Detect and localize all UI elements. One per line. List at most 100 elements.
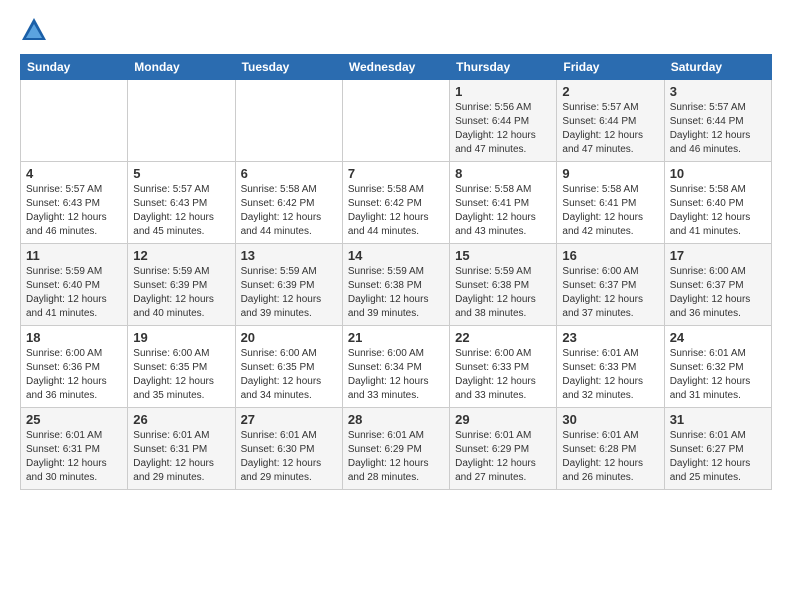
- day-info: Sunrise: 6:01 AMSunset: 6:30 PMDaylight:…: [241, 429, 337, 485]
- day-info: Sunrise: 5:58 AMSunset: 6:42 PMDaylight:…: [348, 183, 444, 239]
- day-info: Sunrise: 5:56 AMSunset: 6:44 PMDaylight:…: [455, 101, 551, 157]
- calendar-cell: 13 Sunrise: 5:59 AMSunset: 6:39 PMDayligh…: [235, 244, 342, 326]
- calendar-cell: 21 Sunrise: 6:00 AMSunset: 6:34 PMDayligh…: [342, 326, 449, 408]
- calendar-cell: 1 Sunrise: 5:56 AMSunset: 6:44 PMDaylight…: [450, 80, 557, 162]
- day-info: Sunrise: 6:00 AMSunset: 6:35 PMDaylight:…: [133, 347, 229, 403]
- day-info: Sunrise: 6:01 AMSunset: 6:28 PMDaylight:…: [562, 429, 658, 485]
- day-info: Sunrise: 5:57 AMSunset: 6:44 PMDaylight:…: [670, 101, 766, 157]
- week-row-1: 1 Sunrise: 5:56 AMSunset: 6:44 PMDaylight…: [21, 80, 772, 162]
- day-number: 7: [348, 166, 444, 181]
- calendar-cell: 5 Sunrise: 5:57 AMSunset: 6:43 PMDaylight…: [128, 162, 235, 244]
- day-number: 3: [670, 84, 766, 99]
- calendar-cell: 28 Sunrise: 6:01 AMSunset: 6:29 PMDayligh…: [342, 408, 449, 490]
- day-number: 1: [455, 84, 551, 99]
- calendar-cell: 17 Sunrise: 6:00 AMSunset: 6:37 PMDayligh…: [664, 244, 771, 326]
- calendar-cell: 6 Sunrise: 5:58 AMSunset: 6:42 PMDaylight…: [235, 162, 342, 244]
- day-info: Sunrise: 5:57 AMSunset: 6:43 PMDaylight:…: [133, 183, 229, 239]
- day-info: Sunrise: 5:58 AMSunset: 6:41 PMDaylight:…: [562, 183, 658, 239]
- day-number: 28: [348, 412, 444, 427]
- day-number: 4: [26, 166, 122, 181]
- day-info: Sunrise: 5:59 AMSunset: 6:38 PMDaylight:…: [455, 265, 551, 321]
- weekday-header-friday: Friday: [557, 55, 664, 80]
- calendar-cell: 15 Sunrise: 5:59 AMSunset: 6:38 PMDayligh…: [450, 244, 557, 326]
- day-info: Sunrise: 6:00 AMSunset: 6:37 PMDaylight:…: [670, 265, 766, 321]
- day-number: 18: [26, 330, 122, 345]
- calendar-cell: 10Sunrise: 5:58 AMSunset: 6:40 PMDayligh…: [664, 162, 771, 244]
- day-number: 20: [241, 330, 337, 345]
- day-number: 29: [455, 412, 551, 427]
- day-info: Sunrise: 5:57 AMSunset: 6:43 PMDaylight:…: [26, 183, 122, 239]
- day-number: 5: [133, 166, 229, 181]
- day-number: 13: [241, 248, 337, 263]
- calendar-cell: 9 Sunrise: 5:58 AMSunset: 6:41 PMDaylight…: [557, 162, 664, 244]
- day-number: 21: [348, 330, 444, 345]
- day-number: 30: [562, 412, 658, 427]
- calendar-cell: 27 Sunrise: 6:01 AMSunset: 6:30 PMDayligh…: [235, 408, 342, 490]
- day-number: 27: [241, 412, 337, 427]
- day-info: Sunrise: 5:58 AMSunset: 6:40 PMDaylight:…: [670, 183, 766, 239]
- calendar-cell: 3 Sunrise: 5:57 AMSunset: 6:44 PMDaylight…: [664, 80, 771, 162]
- day-number: 11: [26, 248, 122, 263]
- calendar-cell: [21, 80, 128, 162]
- calendar-cell: 23 Sunrise: 6:01 AMSunset: 6:33 PMDayligh…: [557, 326, 664, 408]
- logo: [20, 16, 52, 44]
- calendar-cell: 14Sunrise: 5:59 AMSunset: 6:38 PMDayligh…: [342, 244, 449, 326]
- calendar-cell: 4 Sunrise: 5:57 AMSunset: 6:43 PMDaylight…: [21, 162, 128, 244]
- day-info: Sunrise: 6:00 AMSunset: 6:34 PMDaylight:…: [348, 347, 444, 403]
- header: [20, 16, 772, 44]
- day-info: Sunrise: 6:00 AMSunset: 6:36 PMDaylight:…: [26, 347, 122, 403]
- calendar-cell: 12 Sunrise: 5:59 AMSunset: 6:39 PMDayligh…: [128, 244, 235, 326]
- calendar-cell: 18 Sunrise: 6:00 AMSunset: 6:36 PMDayligh…: [21, 326, 128, 408]
- day-info: Sunrise: 5:59 AMSunset: 6:38 PMDaylight:…: [348, 265, 444, 321]
- day-info: Sunrise: 6:00 AMSunset: 6:35 PMDaylight:…: [241, 347, 337, 403]
- calendar-cell: 8 Sunrise: 5:58 AMSunset: 6:41 PMDaylight…: [450, 162, 557, 244]
- day-info: Sunrise: 5:59 AMSunset: 6:39 PMDaylight:…: [133, 265, 229, 321]
- calendar-cell: 16Sunrise: 6:00 AMSunset: 6:37 PMDayligh…: [557, 244, 664, 326]
- day-info: Sunrise: 5:58 AMSunset: 6:42 PMDaylight:…: [241, 183, 337, 239]
- weekday-header-tuesday: Tuesday: [235, 55, 342, 80]
- day-info: Sunrise: 5:57 AMSunset: 6:44 PMDaylight:…: [562, 101, 658, 157]
- weekday-header-saturday: Saturday: [664, 55, 771, 80]
- calendar-table: SundayMondayTuesdayWednesdayThursdayFrid…: [20, 54, 772, 490]
- calendar-cell: [235, 80, 342, 162]
- calendar-cell: 24Sunrise: 6:01 AMSunset: 6:32 PMDayligh…: [664, 326, 771, 408]
- day-number: 23: [562, 330, 658, 345]
- day-info: Sunrise: 6:01 AMSunset: 6:29 PMDaylight:…: [348, 429, 444, 485]
- calendar-cell: 11 Sunrise: 5:59 AMSunset: 6:40 PMDayligh…: [21, 244, 128, 326]
- week-row-2: 4 Sunrise: 5:57 AMSunset: 6:43 PMDaylight…: [21, 162, 772, 244]
- day-info: Sunrise: 5:59 AMSunset: 6:39 PMDaylight:…: [241, 265, 337, 321]
- day-number: 12: [133, 248, 229, 263]
- calendar-cell: 22Sunrise: 6:00 AMSunset: 6:33 PMDayligh…: [450, 326, 557, 408]
- day-info: Sunrise: 5:58 AMSunset: 6:41 PMDaylight:…: [455, 183, 551, 239]
- weekday-header-wednesday: Wednesday: [342, 55, 449, 80]
- day-number: 6: [241, 166, 337, 181]
- week-row-3: 11 Sunrise: 5:59 AMSunset: 6:40 PMDayligh…: [21, 244, 772, 326]
- day-number: 25: [26, 412, 122, 427]
- day-number: 19: [133, 330, 229, 345]
- day-number: 17: [670, 248, 766, 263]
- calendar-cell: 31Sunrise: 6:01 AMSunset: 6:27 PMDayligh…: [664, 408, 771, 490]
- weekday-header-sunday: Sunday: [21, 55, 128, 80]
- day-number: 26: [133, 412, 229, 427]
- calendar-cell: [128, 80, 235, 162]
- day-info: Sunrise: 5:59 AMSunset: 6:40 PMDaylight:…: [26, 265, 122, 321]
- day-info: Sunrise: 6:00 AMSunset: 6:37 PMDaylight:…: [562, 265, 658, 321]
- day-info: Sunrise: 6:01 AMSunset: 6:33 PMDaylight:…: [562, 347, 658, 403]
- weekday-header-row: SundayMondayTuesdayWednesdayThursdayFrid…: [21, 55, 772, 80]
- calendar-cell: 25Sunrise: 6:01 AMSunset: 6:31 PMDayligh…: [21, 408, 128, 490]
- calendar-cell: 7 Sunrise: 5:58 AMSunset: 6:42 PMDaylight…: [342, 162, 449, 244]
- calendar-cell: 2 Sunrise: 5:57 AMSunset: 6:44 PMDaylight…: [557, 80, 664, 162]
- weekday-header-monday: Monday: [128, 55, 235, 80]
- calendar-cell: 30 Sunrise: 6:01 AMSunset: 6:28 PMDayligh…: [557, 408, 664, 490]
- day-number: 8: [455, 166, 551, 181]
- logo-icon: [20, 16, 48, 44]
- calendar-cell: [342, 80, 449, 162]
- day-number: 2: [562, 84, 658, 99]
- week-row-5: 25Sunrise: 6:01 AMSunset: 6:31 PMDayligh…: [21, 408, 772, 490]
- week-row-4: 18 Sunrise: 6:00 AMSunset: 6:36 PMDayligh…: [21, 326, 772, 408]
- calendar-cell: 26Sunrise: 6:01 AMSunset: 6:31 PMDayligh…: [128, 408, 235, 490]
- day-info: Sunrise: 6:01 AMSunset: 6:27 PMDaylight:…: [670, 429, 766, 485]
- calendar-cell: 19 Sunrise: 6:00 AMSunset: 6:35 PMDayligh…: [128, 326, 235, 408]
- day-number: 15: [455, 248, 551, 263]
- day-number: 9: [562, 166, 658, 181]
